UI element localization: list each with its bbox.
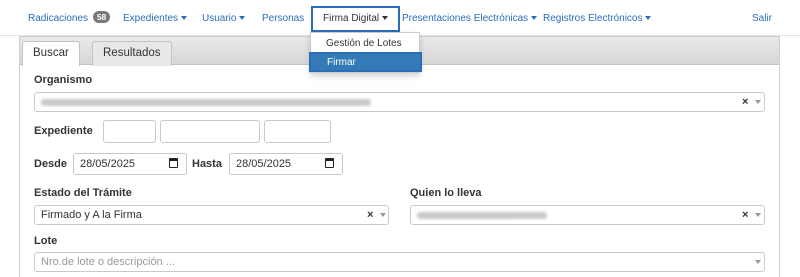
chevron-down-icon bbox=[531, 16, 538, 21]
chevron-down-icon bbox=[181, 16, 188, 21]
close-icon[interactable]: × bbox=[742, 93, 748, 111]
chevron-down-icon bbox=[755, 260, 761, 264]
expediente-part2-input[interactable] bbox=[160, 120, 260, 143]
estado-tramite-value: Firmado y A la Firma bbox=[41, 209, 142, 221]
close-icon[interactable]: × bbox=[742, 206, 748, 224]
expediente-part1-input[interactable] bbox=[103, 120, 156, 143]
organismo-label: Organismo bbox=[34, 74, 93, 86]
nav-salir-label: Salir bbox=[752, 13, 773, 24]
nav-firma-digital[interactable]: Firma Digital bbox=[311, 6, 401, 32]
calendar-icon[interactable] bbox=[325, 158, 334, 168]
nav-personas-label: Personas bbox=[262, 13, 305, 24]
nav-expedientes[interactable]: Expedientes bbox=[123, 0, 188, 36]
chevron-down-icon bbox=[645, 16, 652, 21]
tab-buscar[interactable]: Buscar bbox=[22, 41, 80, 66]
radicaciones-count-badge: 58 bbox=[92, 11, 111, 23]
quien-lo-lleva-redacted-value bbox=[417, 211, 547, 219]
quien-lo-lleva-label: Quien lo lleva bbox=[410, 187, 482, 199]
desde-date-value: 28/05/2025 bbox=[80, 158, 136, 170]
nav-usuario-label: Usuario bbox=[202, 13, 237, 24]
chevron-down-icon bbox=[755, 100, 761, 104]
chevron-down-icon bbox=[239, 16, 246, 21]
organismo-select[interactable]: × bbox=[34, 92, 765, 112]
nav-firma-digital-label: Firma Digital bbox=[323, 13, 380, 24]
chevron-down-icon bbox=[382, 16, 389, 21]
nav-salir[interactable]: Salir bbox=[752, 0, 772, 36]
expediente-part3-input[interactable] bbox=[264, 120, 331, 143]
dropdown-item-gestion-lotes[interactable]: Gestión de Lotes bbox=[311, 38, 419, 49]
nav-expedientes-label: Expedientes bbox=[123, 13, 179, 24]
nav-personas[interactable]: Personas bbox=[262, 0, 304, 36]
lote-placeholder: Nro.de lote o descripción ... bbox=[41, 256, 175, 268]
quien-lo-lleva-select[interactable]: × bbox=[410, 205, 765, 225]
nav-registros-label: Registros Electrónicos bbox=[543, 13, 643, 24]
nav-registros[interactable]: Registros Electrónicos bbox=[543, 0, 652, 36]
expediente-label: Expediente bbox=[34, 125, 93, 137]
desde-label: Desde bbox=[34, 158, 68, 170]
calendar-icon[interactable] bbox=[169, 158, 178, 168]
top-navbar: Radicaciones 58 Expedientes Usuario Pers… bbox=[0, 0, 800, 36]
nav-usuario[interactable]: Usuario bbox=[202, 0, 246, 36]
lote-select[interactable]: Nro.de lote o descripción ... bbox=[34, 252, 765, 272]
organismo-redacted-value bbox=[41, 98, 371, 106]
hasta-label: Hasta bbox=[192, 158, 222, 170]
dropdown-item-firmar[interactable]: Firmar bbox=[309, 52, 422, 72]
firma-digital-dropdown: Gestión de Lotes Firmar bbox=[309, 32, 422, 73]
hasta-date-value: 28/05/2025 bbox=[236, 158, 292, 170]
estado-tramite-label: Estado del Trámite bbox=[34, 187, 132, 199]
chevron-down-icon bbox=[380, 213, 386, 217]
nav-radicaciones[interactable]: Radicaciones 58 bbox=[28, 0, 111, 36]
estado-tramite-select[interactable]: Firmado y A la Firma × bbox=[34, 205, 389, 225]
hasta-date-input[interactable]: 28/05/2025 bbox=[229, 153, 343, 175]
nav-radicaciones-label: Radicaciones bbox=[28, 13, 89, 24]
tab-resultados[interactable]: Resultados bbox=[92, 41, 172, 66]
lote-label: Lote bbox=[34, 235, 58, 247]
close-icon[interactable]: × bbox=[367, 206, 373, 224]
nav-presentaciones[interactable]: Presentaciones Electrónicas bbox=[402, 0, 538, 36]
nav-presentaciones-label: Presentaciones Electrónicas bbox=[402, 13, 529, 24]
desde-date-input[interactable]: 28/05/2025 bbox=[73, 153, 187, 175]
chevron-down-icon bbox=[755, 213, 761, 217]
